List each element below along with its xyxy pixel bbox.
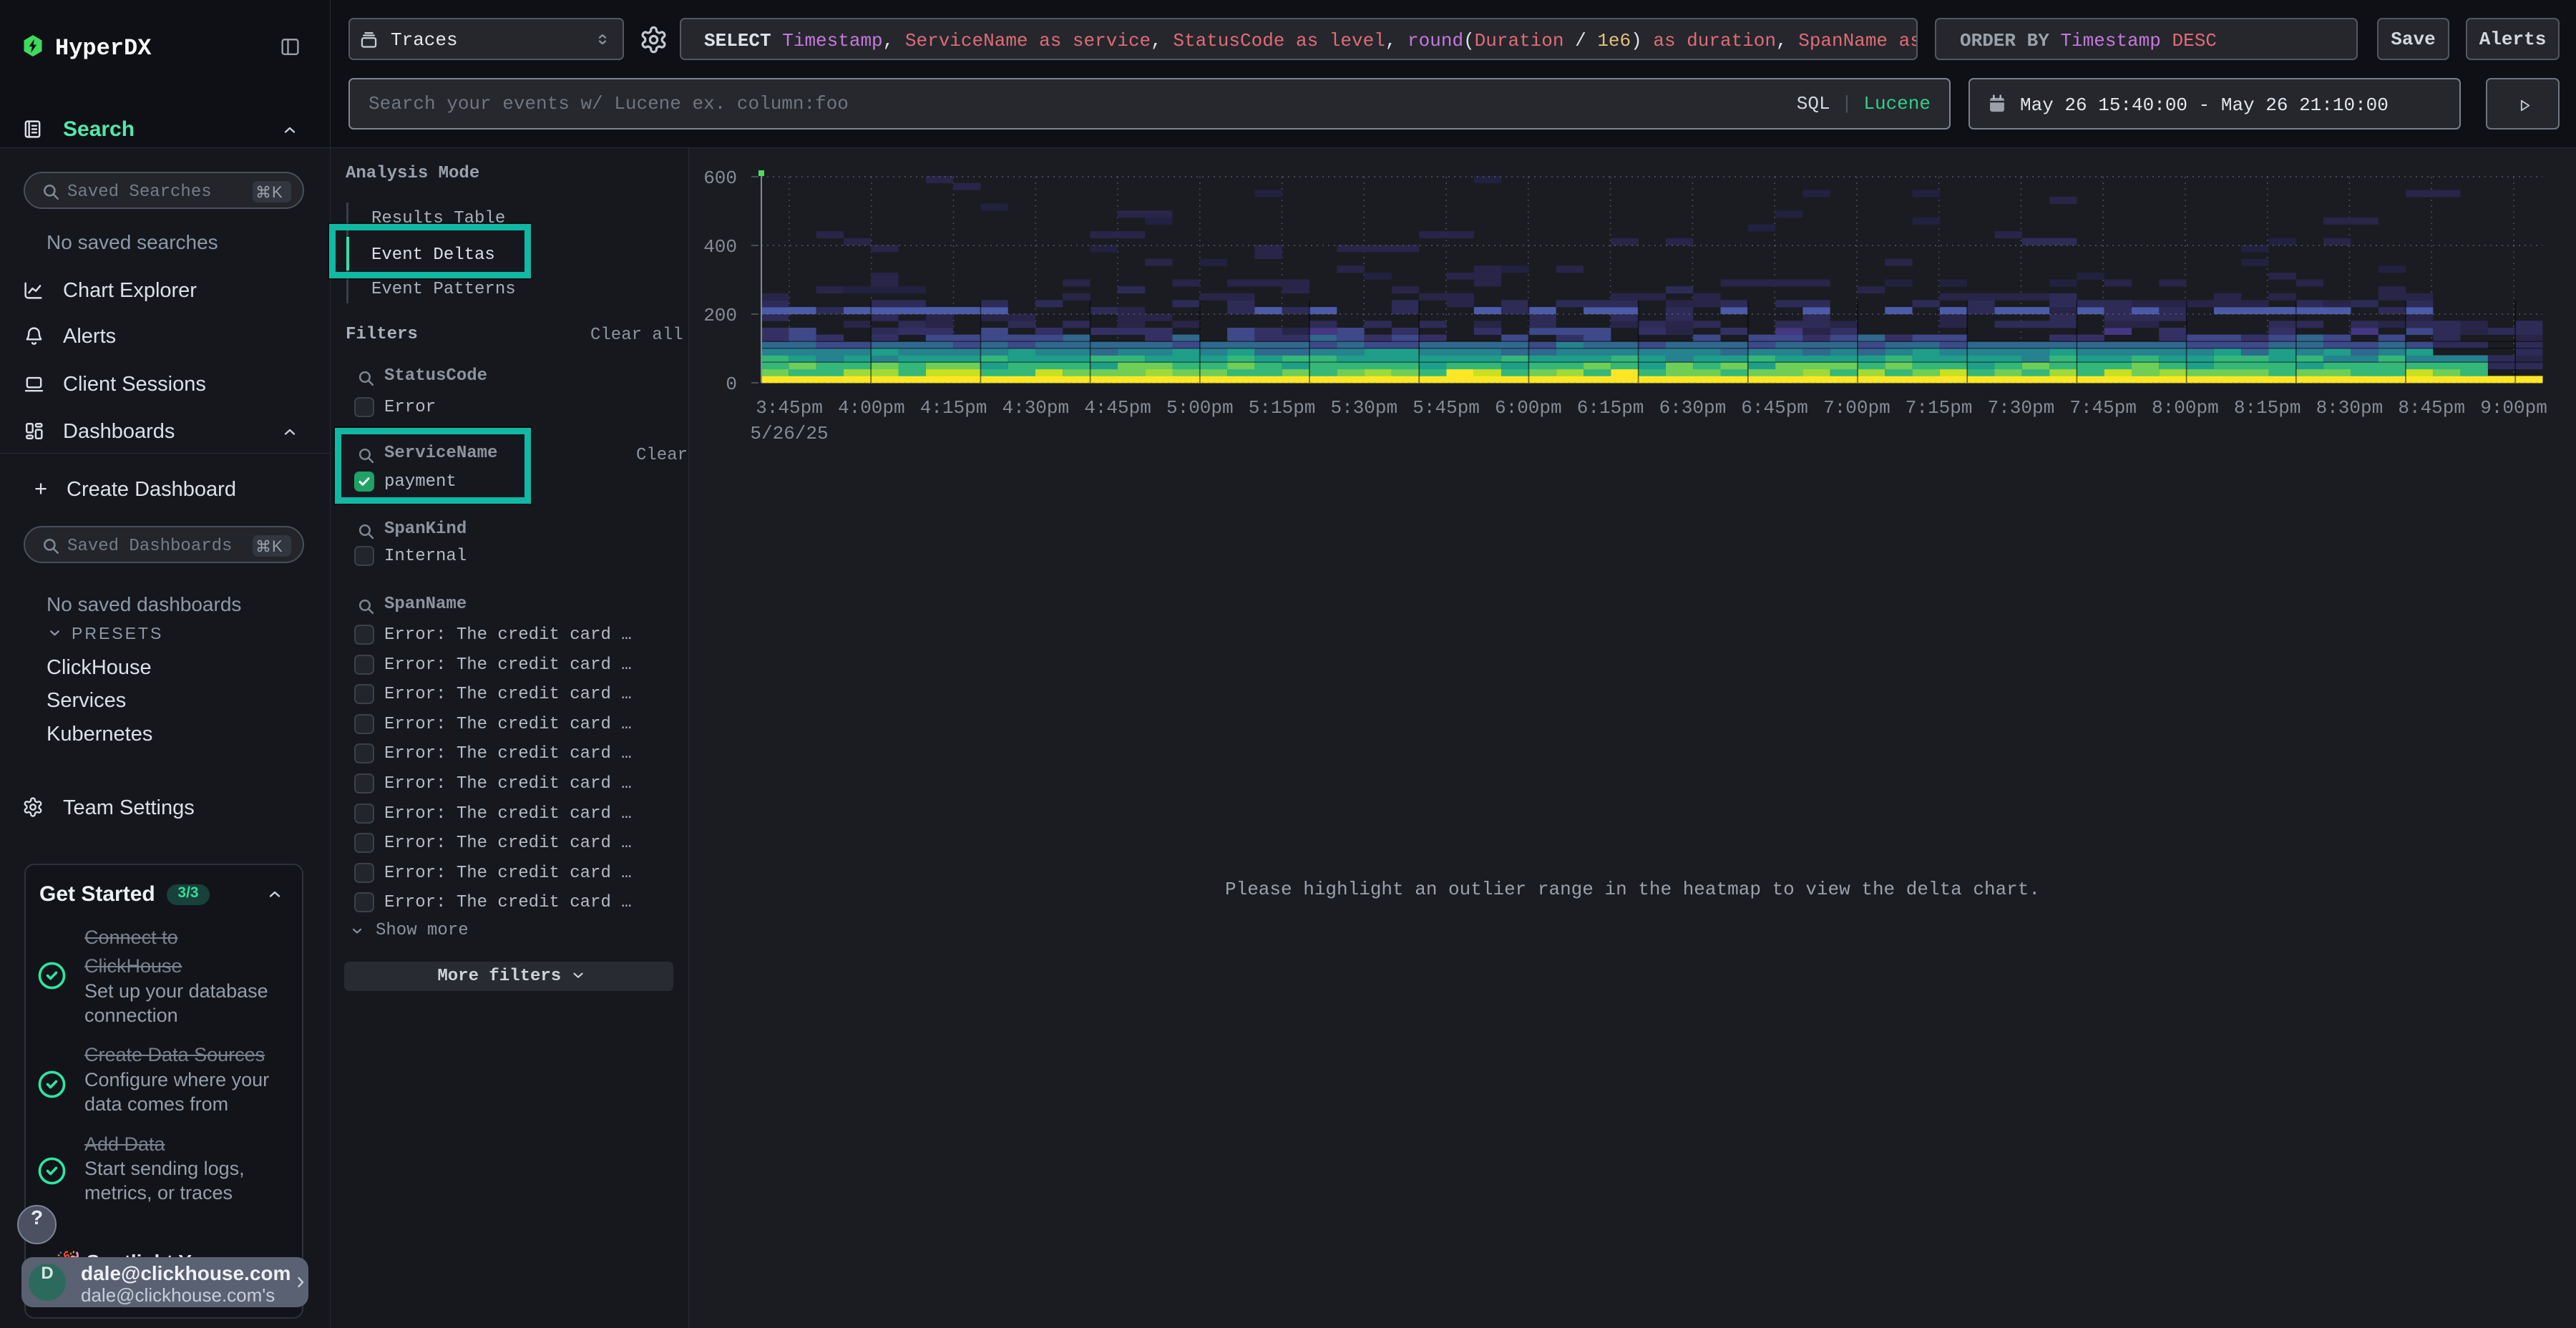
svg-text:5:45pm: 5:45pm [1413,397,1480,419]
svg-text:7:15pm: 7:15pm [1906,397,1973,419]
svg-text:9:00pm: 9:00pm [2480,397,2547,419]
svg-text:8:00pm: 8:00pm [2152,397,2219,419]
svg-text:4:45pm: 4:45pm [1084,397,1151,419]
svg-text:600: 600 [703,167,737,189]
svg-text:5:00pm: 5:00pm [1166,397,1234,419]
svg-text:7:00pm: 7:00pm [1823,397,1890,419]
svg-text:0: 0 [726,374,737,395]
svg-text:6:30pm: 6:30pm [1659,397,1727,419]
svg-text:4:30pm: 4:30pm [1002,397,1069,419]
svg-text:400: 400 [703,236,737,258]
svg-text:8:45pm: 8:45pm [2398,397,2465,419]
svg-text:7:30pm: 7:30pm [1988,397,2055,419]
svg-text:8:15pm: 8:15pm [2234,397,2301,419]
svg-text:8:30pm: 8:30pm [2316,397,2384,419]
svg-text:200: 200 [703,305,737,326]
svg-text:5:15pm: 5:15pm [1249,397,1316,419]
svg-text:3:45pm: 3:45pm [756,397,823,419]
svg-text:5/26/25: 5/26/25 [750,423,828,444]
svg-text:4:00pm: 4:00pm [838,397,905,419]
svg-text:6:45pm: 6:45pm [1741,397,1808,419]
svg-text:4:15pm: 4:15pm [920,397,987,419]
svg-text:7:45pm: 7:45pm [2069,397,2137,419]
svg-text:6:15pm: 6:15pm [1577,397,1644,419]
svg-text:5:30pm: 5:30pm [1330,397,1397,419]
svg-text:6:00pm: 6:00pm [1495,397,1562,419]
